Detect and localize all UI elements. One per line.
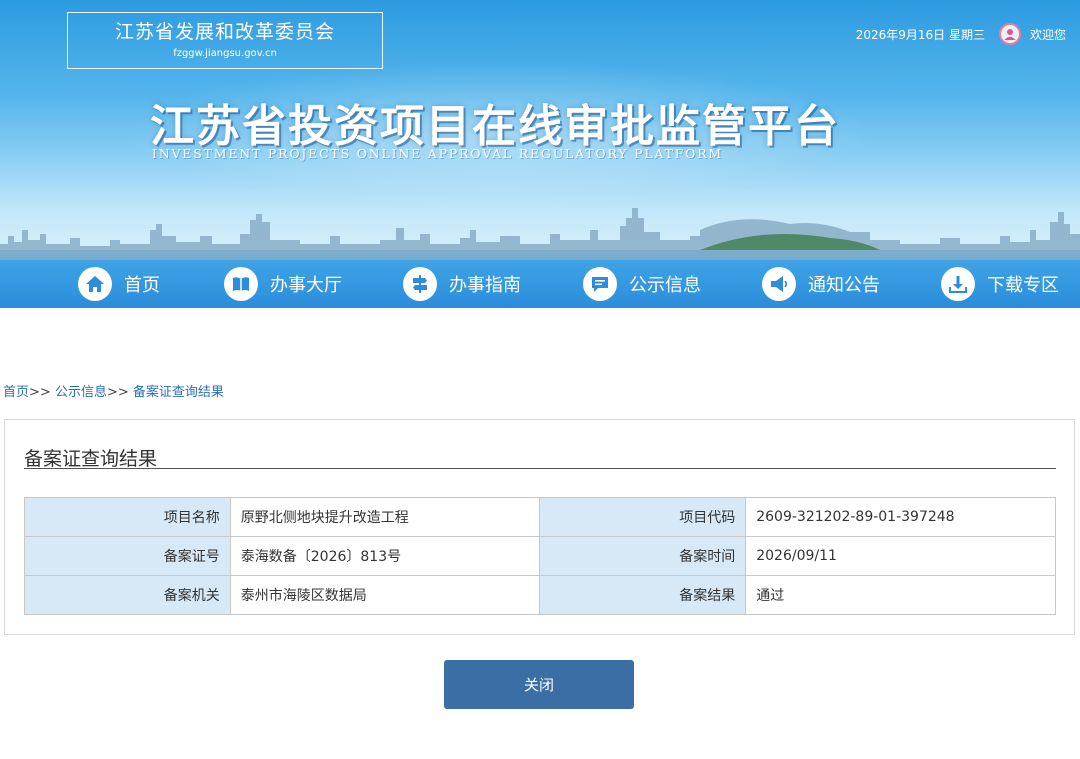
org-domain: fzggw.jiangsu.gov.cn xyxy=(173,48,277,59)
nav-label: 办事大厅 xyxy=(270,275,342,296)
field-label: 备案证号 xyxy=(24,536,231,576)
field-value: 泰州市海陵区数据局 xyxy=(229,575,541,615)
city-skyline-image xyxy=(0,208,1080,260)
nav-label: 首页 xyxy=(124,275,160,296)
field-value: 2026/09/11 xyxy=(745,536,1056,576)
current-date: 2026年9月16日 星期三 xyxy=(855,27,985,42)
main-nav: 首页 办事大厅 办事指南 公示信息 通知公告 下载专区 xyxy=(0,260,1080,308)
header-banner: 江苏省发展和改革委员会 fzggw.jiangsu.gov.cn 2026年9月… xyxy=(0,0,1080,260)
table-row: 项目名称 原野北侧地块提升改造工程 项目代码 2609-321202-89-01… xyxy=(24,497,1056,537)
signpost-icon xyxy=(403,267,437,301)
field-label: 备案结果 xyxy=(539,575,747,615)
close-button[interactable]: 关闭 xyxy=(444,660,634,709)
breadcrumb-separator: >> xyxy=(29,385,51,400)
field-label: 备案机关 xyxy=(24,575,231,615)
nav-item-guide[interactable]: 办事指南 xyxy=(403,260,521,308)
megaphone-icon xyxy=(762,267,796,301)
table-row: 备案证号 泰海数备〔2026〕813号 备案时间 2026/09/11 xyxy=(24,536,1056,576)
table-row: 备案机关 泰州市海陵区数据局 备案结果 通过 xyxy=(24,575,1056,615)
breadcrumb-current[interactable]: 备案证查询结果 xyxy=(133,385,224,400)
record-info-table: 项目名称 原野北侧地块提升改造工程 项目代码 2609-321202-89-01… xyxy=(24,497,1056,615)
nav-label: 办事指南 xyxy=(449,275,521,296)
home-icon xyxy=(78,267,112,301)
platform-subtitle: INVESTMENT PROJECTS ONLINE APPROVAL REGU… xyxy=(152,146,724,161)
breadcrumb: 首页>> 公示信息>> 备案证查询结果 xyxy=(3,381,224,400)
nav-item-home[interactable]: 首页 xyxy=(78,260,160,308)
book-icon xyxy=(224,267,258,301)
breadcrumb-section-link[interactable]: 公示信息 xyxy=(55,385,107,400)
welcome-text: 欢迎您 xyxy=(1029,27,1066,42)
download-icon xyxy=(941,267,975,301)
breadcrumb-home-link[interactable]: 首页 xyxy=(3,385,29,400)
nav-item-service-hall[interactable]: 办事大厅 xyxy=(224,260,342,308)
nav-item-downloads[interactable]: 下载专区 xyxy=(941,260,1059,308)
nav-item-notices[interactable]: 通知公告 xyxy=(762,260,880,308)
org-logo-box[interactable]: 江苏省发展和改革委员会 fzggw.jiangsu.gov.cn xyxy=(67,12,383,69)
nav-label: 下载专区 xyxy=(987,275,1059,296)
platform-title: 江苏省投资项目在线审批监管平台 xyxy=(150,101,840,152)
field-value: 原野北侧地块提升改造工程 xyxy=(229,497,541,537)
user-area: 2026年9月16日 星期三 欢迎您 xyxy=(856,20,1066,48)
panel-title: 备案证查询结果 xyxy=(24,444,1056,470)
field-value: 2609-321202-89-01-397248 xyxy=(745,497,1056,537)
nav-label: 通知公告 xyxy=(808,275,880,296)
nav-label: 公示信息 xyxy=(629,275,701,296)
message-icon xyxy=(583,267,617,301)
field-value: 通过 xyxy=(745,575,1056,615)
org-name: 江苏省发展和改革委员会 xyxy=(114,21,335,43)
breadcrumb-separator: >> xyxy=(106,385,129,400)
field-label: 项目名称 xyxy=(24,497,231,537)
result-panel: 备案证查询结果 项目名称 原野北侧地块提升改造工程 项目代码 2609-3212… xyxy=(4,419,1075,635)
nav-item-public-info[interactable]: 公示信息 xyxy=(583,260,701,308)
user-avatar-icon[interactable] xyxy=(998,23,1021,45)
field-label: 项目代码 xyxy=(539,497,747,537)
field-label: 备案时间 xyxy=(539,536,747,576)
field-value: 泰海数备〔2026〕813号 xyxy=(229,536,541,576)
